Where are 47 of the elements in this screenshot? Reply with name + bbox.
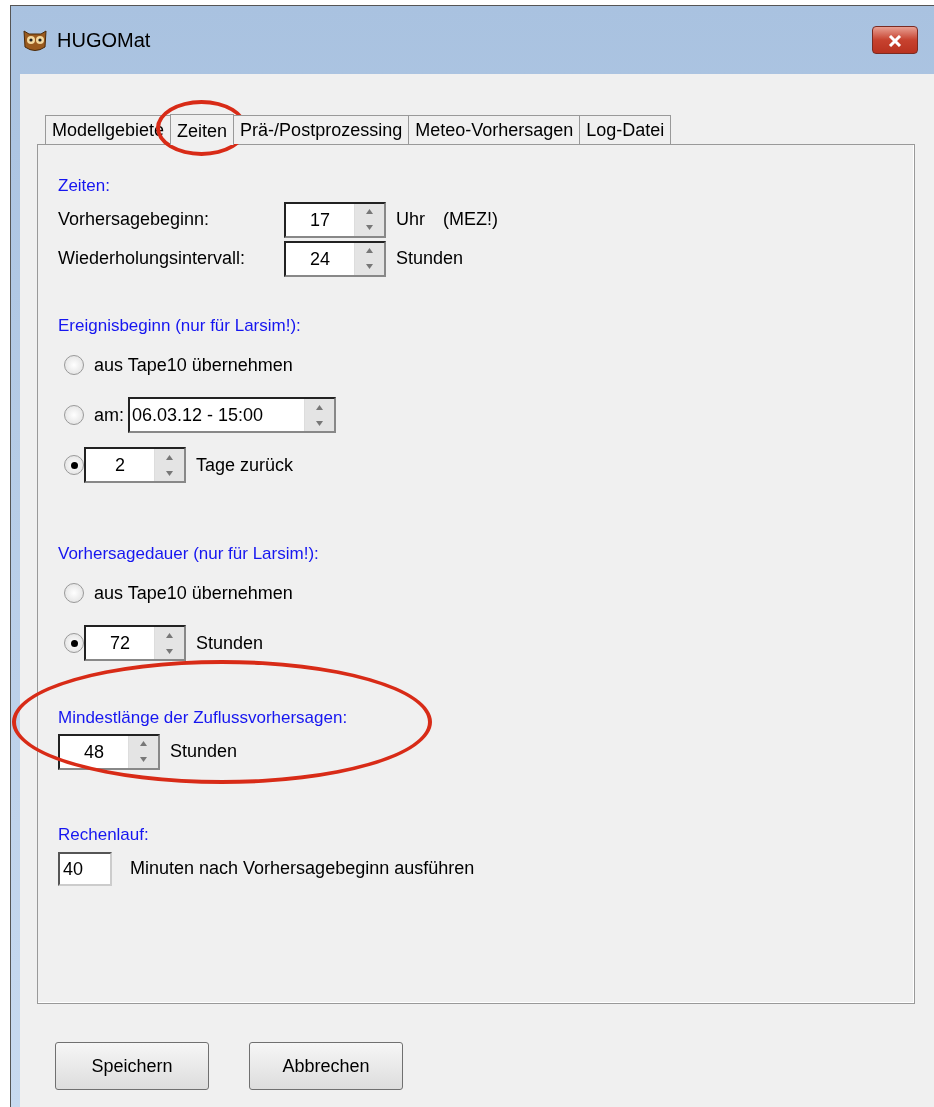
radio-button[interactable] bbox=[64, 355, 84, 375]
unit-label: Tage zurück bbox=[196, 453, 294, 477]
field-value: 17 bbox=[309, 208, 331, 232]
unit-label: Stunden bbox=[170, 740, 238, 763]
tab[interactable]: Prä-/Postprozessing bbox=[233, 115, 410, 144]
close-button[interactable] bbox=[872, 26, 918, 54]
radio-label: aus Tape10 übernehmen bbox=[94, 581, 293, 605]
spin-field[interactable]: 72 bbox=[84, 625, 186, 661]
section-heading: Rechenlauf: bbox=[58, 825, 149, 845]
unit-label: Stunden bbox=[396, 247, 464, 270]
close-icon bbox=[888, 35, 902, 48]
field-label: Wiederholungsintervall: bbox=[58, 247, 247, 270]
section-heading: Ereignisbeginn (nur für Larsim!): bbox=[58, 316, 301, 336]
section-heading: Zeiten: bbox=[58, 176, 110, 196]
window-title: HUGOMat bbox=[57, 28, 151, 53]
radio-label: aus Tape10 übernehmen bbox=[94, 353, 293, 377]
unit-label: Uhr bbox=[396, 208, 425, 231]
field-label: Vorhersagebeginn: bbox=[58, 208, 211, 231]
field-value: 2 bbox=[114, 454, 126, 477]
spinner-arrows[interactable] bbox=[128, 735, 158, 768]
radio-button[interactable] bbox=[64, 455, 84, 475]
field-value: 48 bbox=[83, 740, 105, 764]
field-value: 72 bbox=[109, 632, 131, 655]
text-field[interactable]: 40 bbox=[58, 851, 112, 886]
spin-field[interactable]: 17 bbox=[284, 201, 386, 238]
tab[interactable]: Log-Datei bbox=[579, 115, 672, 144]
tab[interactable]: Zeiten bbox=[170, 114, 235, 145]
spinner-arrows[interactable] bbox=[354, 203, 384, 236]
unit-label: Minuten nach Vorhersagebeginn ausführen bbox=[130, 857, 475, 880]
radio-button[interactable] bbox=[64, 405, 84, 425]
spin-field[interactable]: 06.03.12 - 15:00 bbox=[128, 397, 336, 433]
dialog-button[interactable]: Speichern bbox=[55, 1042, 209, 1090]
section-heading: Mindestlänge der Zuflussvorhersagen: bbox=[58, 708, 348, 728]
unit-label: Stunden bbox=[196, 631, 264, 655]
note-label: (MEZ!) bbox=[443, 208, 498, 231]
radio-button[interactable] bbox=[64, 583, 84, 603]
radio-button[interactable] bbox=[64, 633, 84, 653]
section-heading: Vorhersagedauer (nur für Larsim!): bbox=[58, 544, 319, 564]
spin-field[interactable]: 48 bbox=[58, 733, 160, 770]
radio-label: am: bbox=[94, 403, 124, 427]
dialog-button[interactable]: Abbrechen bbox=[249, 1042, 403, 1090]
owl-icon bbox=[21, 27, 49, 53]
field-value: 24 bbox=[309, 247, 331, 271]
spin-field[interactable]: 2 bbox=[84, 447, 186, 483]
spinner-arrows[interactable] bbox=[354, 242, 384, 275]
field-value: 06.03.12 - 15:00 bbox=[131, 404, 265, 427]
spin-field[interactable]: 24 bbox=[284, 240, 386, 277]
